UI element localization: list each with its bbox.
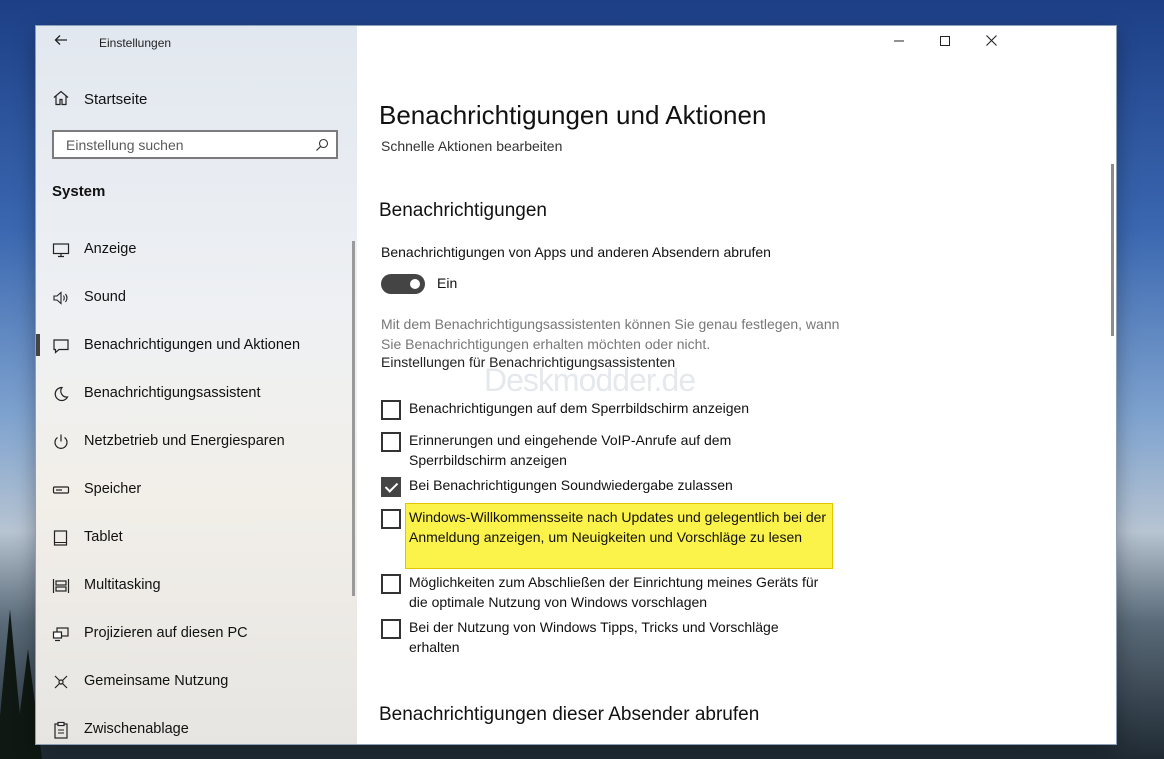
- quick-actions-link[interactable]: Schnelle Aktionen bearbeiten: [381, 138, 562, 154]
- sidebar-item-projizieren[interactable]: Projizieren auf diesen PC: [36, 610, 357, 658]
- sidebar-item-gemeinsame-nutzung[interactable]: Gemeinsame Nutzung: [36, 658, 357, 706]
- section-label: System: [52, 183, 106, 200]
- sidebar: Einstellungen Startseite System Anzeige …: [36, 26, 357, 744]
- checkbox[interactable]: [381, 400, 401, 420]
- multitasking-icon: [52, 577, 70, 595]
- search-input[interactable]: [64, 135, 308, 154]
- checkbox-lockscreen-reminders[interactable]: Erinnerungen und eingehende VoIP-Anrufe …: [381, 430, 769, 470]
- sidebar-nav: Anzeige Sound Benachrichtigungen und Akt…: [36, 226, 357, 744]
- sidebar-item-label: Projizieren auf diesen PC: [84, 625, 248, 641]
- sidebar-item-label: Speicher: [84, 481, 142, 497]
- sidebar-scrollbar[interactable]: [352, 241, 355, 596]
- sidebar-item-label: Netzbetrieb und Energiesparen: [84, 433, 285, 449]
- senders-heading: Benachrichtigungen dieser Absender abruf…: [379, 704, 760, 725]
- sidebar-item-label: Benachrichtigungen und Aktionen: [84, 337, 301, 353]
- moon-icon: [52, 385, 70, 403]
- minimize-button[interactable]: [876, 26, 922, 58]
- sidebar-item-label: Benachrichtigungsassistent: [84, 385, 261, 401]
- toggle-knob: [410, 279, 420, 289]
- project-icon: [52, 625, 70, 643]
- toggle-label: Benachrichtigungen von Apps und anderen …: [381, 244, 771, 260]
- clipboard-icon: [52, 721, 70, 739]
- checkbox-tips[interactable]: Bei der Nutzung von Windows Tipps, Trick…: [381, 617, 819, 657]
- tablet-icon: [52, 529, 70, 547]
- sidebar-item-label: Sound: [84, 289, 126, 305]
- close-button[interactable]: [968, 26, 1014, 58]
- share-icon: [52, 673, 70, 691]
- sidebar-item-benachrichtigungen[interactable]: Benachrichtigungen und Aktionen: [36, 322, 357, 370]
- checkbox-setup-suggestions[interactable]: Möglichkeiten zum Abschließen der Einric…: [381, 572, 829, 612]
- storage-icon: [52, 481, 70, 499]
- minimize-icon: [894, 33, 904, 51]
- sidebar-item-label: Zwischenablage: [84, 721, 189, 737]
- title-bar: Einstellungen: [36, 26, 357, 60]
- speaker-icon: [52, 289, 70, 307]
- checkbox[interactable]: [381, 509, 401, 529]
- checkbox-label: Bei Benachrichtigungen Soundwiedergabe z…: [409, 477, 733, 493]
- checkbox[interactable]: [381, 432, 401, 452]
- close-icon: [985, 33, 997, 51]
- settings-window: Einstellungen Startseite System Anzeige …: [36, 26, 1116, 744]
- sidebar-item-netzbetrieb[interactable]: Netzbetrieb und Energiesparen: [36, 418, 357, 466]
- checkbox-sound[interactable]: Bei Benachrichtigungen Soundwiedergabe z…: [381, 475, 829, 497]
- checkbox-label: Benachrichtigungen auf dem Sperrbildschi…: [409, 400, 750, 416]
- notifications-heading: Benachrichtigungen: [379, 200, 547, 221]
- maximize-button[interactable]: [922, 26, 968, 58]
- sidebar-item-benachrichtigungsassistent[interactable]: Benachrichtigungsassistent: [36, 370, 357, 418]
- back-arrow-icon[interactable]: [50, 32, 72, 54]
- checkbox-label: Erinnerungen und eingehende VoIP-Anrufe …: [409, 432, 732, 468]
- page-title: Benachrichtigungen und Aktionen: [379, 100, 767, 131]
- sidebar-item-multitasking[interactable]: Multitasking: [36, 562, 357, 610]
- maximize-icon: [940, 33, 950, 51]
- sidebar-item-anzeige[interactable]: Anzeige: [36, 226, 357, 274]
- search-box[interactable]: [52, 130, 338, 159]
- home-icon: [52, 89, 72, 109]
- notification-icon: [52, 337, 70, 355]
- checkbox-label: Windows-Willkommensseite nach Updates un…: [409, 509, 827, 545]
- sidebar-item-label: Anzeige: [84, 241, 137, 257]
- home-link[interactable]: Startseite: [52, 88, 147, 110]
- sidebar-item-label: Multitasking: [84, 577, 161, 593]
- checkbox-label: Möglichkeiten zum Abschließen der Einric…: [409, 574, 819, 610]
- main-scrollbar[interactable]: [1111, 164, 1114, 336]
- display-icon: [52, 241, 70, 259]
- checkbox[interactable]: [381, 619, 401, 639]
- home-label: Startseite: [84, 90, 148, 108]
- checkbox-lockscreen-notifications[interactable]: Benachrichtigungen auf dem Sperrbildschi…: [381, 398, 829, 420]
- checkbox[interactable]: [381, 477, 401, 497]
- sidebar-item-label: Tablet: [84, 529, 123, 545]
- sidebar-item-tablet[interactable]: Tablet: [36, 514, 357, 562]
- sidebar-item-zwischenablage[interactable]: Zwischenablage: [36, 706, 357, 744]
- main-content: Benachrichtigungen und Aktionen Schnelle…: [357, 26, 1116, 744]
- sidebar-item-speicher[interactable]: Speicher: [36, 466, 357, 514]
- power-icon: [52, 433, 70, 451]
- caption-buttons: [876, 26, 1116, 60]
- window-title: Einstellungen: [99, 36, 172, 50]
- toggle-state-label: Ein: [437, 275, 458, 291]
- checkbox[interactable]: [381, 574, 401, 594]
- checkbox-welcome-page[interactable]: Windows-Willkommensseite nach Updates un…: [381, 507, 829, 547]
- checkbox-label: Bei der Nutzung von Windows Tipps, Trick…: [409, 619, 779, 655]
- watermark: Deskmodder.de: [484, 362, 696, 398]
- assistant-description: Mit dem Benachrichtigungsassistenten kön…: [381, 316, 840, 352]
- sidebar-item-sound[interactable]: Sound: [36, 274, 357, 322]
- search-icon[interactable]: [315, 138, 329, 152]
- notifications-toggle[interactable]: [381, 274, 425, 294]
- sidebar-item-label: Gemeinsame Nutzung: [84, 673, 229, 689]
